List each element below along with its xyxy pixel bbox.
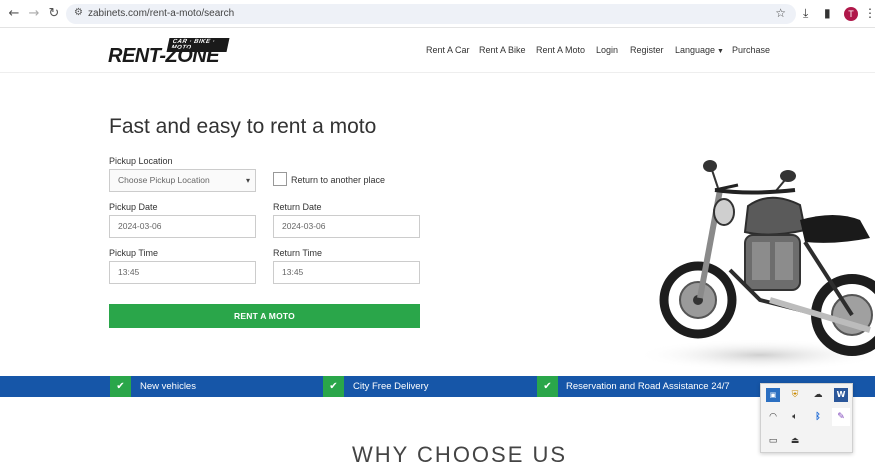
why-choose-us-heading: WHY CHOOSE US [352,442,568,467]
word-icon[interactable]: W [834,388,848,402]
page-title: Fast and easy to rent a moto [109,115,377,138]
back-arrow-icon[interactable]: ← [6,6,22,22]
menu-rent-a-bike[interactable]: Rent A Bike [479,45,526,55]
menu-register[interactable]: Register [630,45,664,55]
pickup-time-label: Pickup Time [109,248,159,258]
return-another-checkbox[interactable] [273,172,287,186]
shield-icon[interactable]: ⛨ [788,388,802,402]
forward-arrow-icon[interactable]: → [26,6,42,22]
pickup-location-value: Choose Pickup Location [118,175,210,185]
volume-icon[interactable]: 🔈︎ [788,410,802,424]
pickup-date-field[interactable]: 2024-03-06 [109,215,256,238]
address-bar[interactable]: ⚙ zabinets.com/rent-a-moto/search ☆ [66,4,796,24]
system-tray-popup: ▣ ⛨ ☁ W ◠ 🔈︎ ᛒ ✎ ▭ ⏏ [760,383,853,453]
menu-login[interactable]: Login [596,45,618,55]
battery-icon[interactable]: ▭ [766,434,780,448]
pickup-date-label: Pickup Date [109,202,158,212]
usb-icon[interactable]: ⏏ [788,434,802,448]
return-date-label: Return Date [273,202,322,212]
more-menu-icon[interactable]: ⋮ [864,6,875,20]
return-time-label: Return Time [273,248,323,258]
rent-a-moto-button[interactable]: RENT A MOTO [109,304,420,328]
site-logo[interactable]: CAR · BIKE · MOTO RENT-ZONE [108,37,230,67]
profile-avatar[interactable]: T [844,7,858,21]
feature-city-delivery: City Free Delivery [353,381,429,392]
bluetooth-icon[interactable]: ᛒ [811,410,825,424]
reload-icon[interactable]: ↻ [46,6,62,22]
menu-language-label: Language [675,45,716,55]
menu-purchase[interactable]: Purchase [732,45,770,55]
site-header: CAR · BIKE · MOTO RENT-ZONE Rent A Car R… [0,29,875,73]
motorcycle-image [635,160,875,371]
side-panel-icon[interactable]: ▮ [824,6,831,20]
pickup-location-label: Pickup Location [109,156,173,166]
menu-language[interactable]: Language ▼ [675,45,724,55]
feature-road-assistance: Reservation and Road Assistance 24/7 [566,381,730,392]
download-icon[interactable]: ⤓ [803,6,808,21]
cloud-off-icon[interactable]: ☁ [811,388,825,402]
app-icon[interactable]: ▣ [766,388,780,402]
site-settings-icon[interactable]: ⚙ [74,7,83,18]
wifi-icon[interactable]: ◠ [766,410,780,424]
feature-band: ✔ New vehicles ✔ City Free Delivery ✔ Re… [0,376,875,397]
menu-rent-a-moto[interactable]: Rent A Moto [536,45,585,55]
pickup-location-select[interactable]: Choose Pickup Location ▾ [109,169,256,192]
caret-down-icon: ▼ [717,48,724,55]
return-date-field[interactable]: 2024-03-06 [273,215,420,238]
return-another-label: Return to another place [291,175,386,185]
pen-icon[interactable]: ✎ [832,408,850,426]
pickup-time-field[interactable]: 13:45 [109,261,256,284]
logo-text: RENT-ZONE [108,45,220,67]
url-text: zabinets.com/rent-a-moto/search [88,8,235,19]
bookmark-star-icon[interactable]: ☆ [775,6,786,20]
browser-toolbar: ← → ↻ ⚙ zabinets.com/rent-a-moto/search … [0,0,875,28]
check-icon: ✔ [323,376,344,397]
check-icon: ✔ [537,376,558,397]
menu-rent-a-car[interactable]: Rent A Car [426,45,470,55]
chevron-down-icon: ▾ [245,176,250,185]
return-time-field[interactable]: 13:45 [273,261,420,284]
feature-new-vehicles: New vehicles [140,381,196,392]
check-icon: ✔ [110,376,131,397]
